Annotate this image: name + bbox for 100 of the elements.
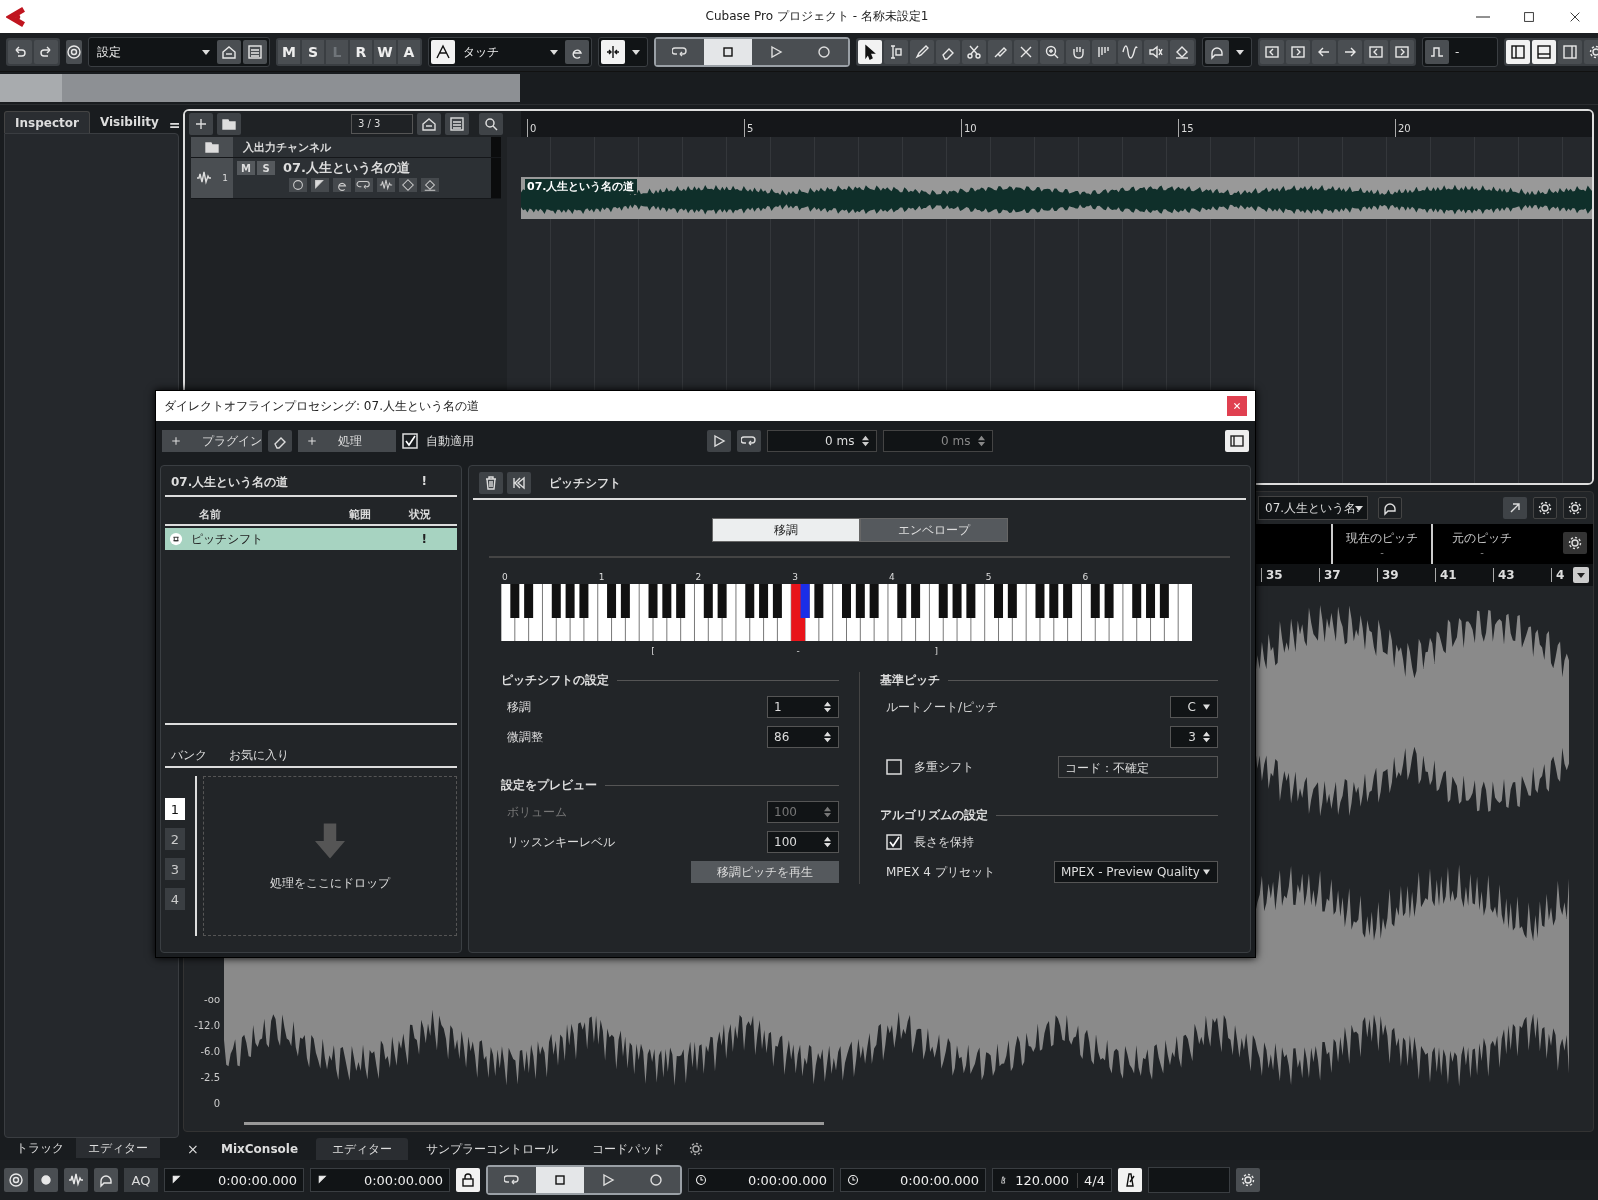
glue-tool-button[interactable] <box>988 40 1012 64</box>
track-toggle-button[interactable]: M <box>237 161 255 175</box>
bank-tab[interactable]: バンク <box>171 747 207 764</box>
bank-tab[interactable]: お気に入り <box>229 747 289 764</box>
record-mode-button[interactable] <box>34 1168 58 1192</box>
left-layout-button[interactable] <box>1506 40 1530 64</box>
bank-slot-button[interactable]: 2 <box>165 828 185 850</box>
audio-event[interactable]: 07.人生という名の道 <box>521 177 1592 219</box>
preset-dropdown[interactable]: MPEX - Preview Quality <box>1054 861 1218 883</box>
clip-dropdown[interactable]: 07.人生という名. <box>1258 496 1368 520</box>
mode-tab[interactable]: エンベロープ <box>859 518 1008 542</box>
nudge-button[interactable] <box>1338 40 1362 64</box>
wave-tool-button[interactable] <box>1118 40 1142 64</box>
right-layout-button[interactable] <box>1558 40 1582 64</box>
octave-field[interactable]: 3 <box>1170 726 1218 748</box>
record-button[interactable] <box>632 1167 680 1193</box>
zone-tab[interactable]: コードパッド <box>576 1138 681 1160</box>
settings-button[interactable] <box>1563 497 1587 519</box>
arrow-tool-button[interactable] <box>858 40 882 64</box>
nudge-button[interactable] <box>1286 40 1310 64</box>
record-icon[interactable] <box>289 178 307 192</box>
constrain-button[interactable] <box>4 1168 28 1192</box>
zoom-tool-button[interactable] <box>1040 40 1064 64</box>
speaker-tool-button[interactable] <box>1144 40 1168 64</box>
hand-tool-button[interactable] <box>1066 40 1090 64</box>
automation-toggle-button[interactable]: R <box>350 40 372 64</box>
eraser-tool-button[interactable] <box>936 40 960 64</box>
number-field[interactable]: 1 <box>767 696 839 718</box>
eraser-button[interactable] <box>268 430 292 452</box>
cross-tool-button[interactable] <box>1014 40 1038 64</box>
stop-button[interactable] <box>536 1167 584 1193</box>
script-button[interactable] <box>565 40 589 64</box>
close-button[interactable]: × <box>187 1141 203 1157</box>
inspector-tab[interactable]: Visibility <box>89 111 169 133</box>
expand-button[interactable] <box>1503 497 1527 519</box>
zone-tab[interactable]: MixConsole <box>205 1138 315 1160</box>
list-button[interactable] <box>243 40 267 64</box>
undo-button[interactable] <box>8 40 32 64</box>
constrain-button[interactable] <box>66 40 82 64</box>
process-row[interactable]: ピッチシフト ! <box>165 528 457 550</box>
color-button[interactable] <box>1205 40 1229 64</box>
play-pitch-button[interactable]: 移調ピッチを再生 <box>691 861 839 883</box>
scissors-tool-button[interactable] <box>962 40 986 64</box>
split-button[interactable] <box>601 40 625 64</box>
track-toggle-button[interactable]: S <box>257 161 275 175</box>
redo-button[interactable] <box>34 40 58 64</box>
nudge-button[interactable] <box>1390 40 1414 64</box>
stop-button[interactable] <box>704 39 752 65</box>
checkbox[interactable] <box>886 834 902 850</box>
track-name[interactable]: 07.人生という名の道 <box>283 159 411 177</box>
primary-time-display[interactable]: 0:00:00.000 <box>688 1168 834 1192</box>
flag-icon[interactable] <box>311 178 329 192</box>
pencil-tool-button[interactable] <box>910 40 934 64</box>
close-button[interactable] <box>1227 396 1247 416</box>
inspector-tab[interactable]: Inspector <box>4 111 90 133</box>
automation-toggle-button[interactable]: A <box>398 40 420 64</box>
color-mode-button[interactable] <box>94 1168 118 1192</box>
tempo-field[interactable]: 120.000 4/4 <box>992 1168 1112 1192</box>
root-note-dropdown[interactable]: C <box>1170 696 1218 718</box>
zone-tab[interactable]: トラック <box>4 1138 76 1158</box>
lock-button[interactable] <box>456 1168 480 1192</box>
quantize-button[interactable] <box>1425 40 1449 64</box>
settings-button[interactable] <box>1236 1168 1260 1192</box>
zone-tab[interactable]: エディター <box>76 1138 160 1158</box>
bucket-tool-button[interactable] <box>1170 40 1194 64</box>
record-button[interactable] <box>800 39 848 65</box>
editor-settings-button[interactable] <box>1533 497 1557 519</box>
home-button[interactable] <box>417 113 441 135</box>
preview-button[interactable] <box>706 430 731 452</box>
zone-tab[interactable]: サンプラーコントロール <box>410 1138 575 1160</box>
bank-slot-button[interactable]: 3 <box>165 858 185 880</box>
home-button[interactable] <box>217 40 241 64</box>
secondary-time-display[interactable]: 0:00:00.000 <box>840 1168 986 1192</box>
loop-icon[interactable] <box>355 178 373 192</box>
play-button[interactable] <box>584 1167 632 1193</box>
checkbox[interactable] <box>886 759 902 775</box>
add-plugin-button[interactable]: プラグイン <box>162 430 262 452</box>
loop-button[interactable] <box>736 430 761 452</box>
audio-mode-button[interactable] <box>64 1168 88 1192</box>
chord-field[interactable]: コード：不確定 <box>1058 756 1218 778</box>
settings-icon[interactable] <box>688 1141 705 1157</box>
bucket-icon[interactable] <box>421 178 439 192</box>
delete-button[interactable] <box>479 472 503 494</box>
automation-toggle-button[interactable]: S <box>302 40 324 64</box>
panel-toggle-button[interactable] <box>1225 430 1249 452</box>
diamond-icon[interactable] <box>399 178 417 192</box>
number-field[interactable]: 100 <box>767 831 839 853</box>
menu-button[interactable]: = <box>168 117 187 133</box>
automation-toggle-button[interactable]: W <box>374 40 396 64</box>
automation-toggle-button[interactable]: M <box>278 40 300 64</box>
zone-tab[interactable]: エディター <box>316 1138 409 1160</box>
play-button[interactable] <box>752 39 800 65</box>
bank-slot-button[interactable]: 4 <box>165 888 185 910</box>
bank-slot-button[interactable]: 1 <box>165 798 185 820</box>
number-field[interactable]: 86 <box>767 726 839 748</box>
search-button[interactable] <box>479 113 503 135</box>
left-locator-field[interactable]: 0:00:00.000 <box>164 1168 304 1192</box>
auto-quantize-button[interactable]: AQ <box>124 1168 158 1192</box>
drop-zone[interactable]: 処理をここにドロップ <box>203 776 457 936</box>
pre-roll-field[interactable]: 0 ms <box>766 430 877 452</box>
